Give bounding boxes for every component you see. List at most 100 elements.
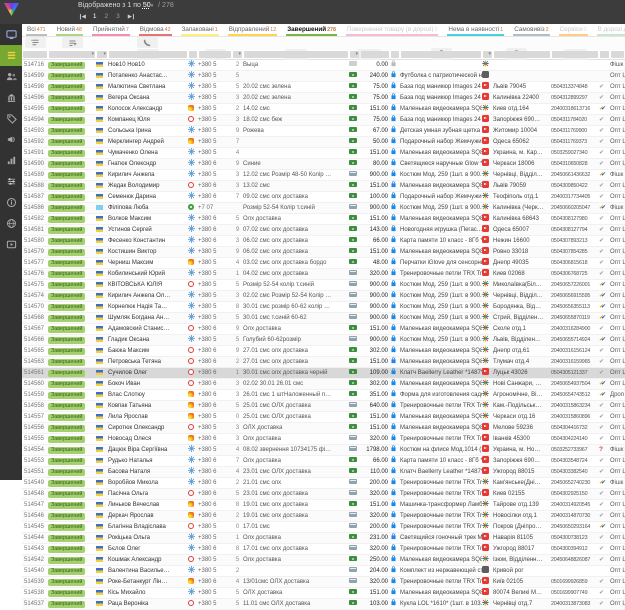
- column-filter-input[interactable]: [494, 51, 550, 58]
- table-row[interactable]: 514554ЗавершенийДацюк Віра Сергіївна+380…: [22, 445, 625, 456]
- tab-8[interactable]: Нема в наявності1: [447, 25, 504, 36]
- table-row[interactable]: 514579ЗавершенийКостишин Виктор+380 5906…: [22, 247, 625, 258]
- client-name[interactable]: Волков Максим: [108, 215, 188, 223]
- tab-2[interactable]: Прийнятий7: [92, 25, 130, 36]
- column-filter-input[interactable]: [552, 51, 598, 58]
- page-button-2[interactable]: 2: [104, 13, 108, 20]
- client-name[interactable]: Кошмак Александр: [108, 556, 188, 564]
- column-filter-input[interactable]: ▾: [49, 51, 95, 58]
- table-row[interactable]: 514595ЗавершенийКолосок Александр+380 52…: [22, 104, 625, 115]
- client-name[interactable]: Дацюк Віра Сергіївна: [108, 446, 188, 454]
- client-name[interactable]: Роке-Бетанкурт Лін…: [108, 578, 188, 586]
- table-row[interactable]: 514580ЗавершенийФесенко Константин+380 6…: [22, 236, 625, 247]
- client-name[interactable]: Кобилинський Юрий: [108, 270, 188, 278]
- table-row[interactable]: 514570ЗавершенийКорнелюк Надія Та…+380 5…: [22, 302, 625, 313]
- tab-6[interactable]: Завершений278: [286, 25, 337, 36]
- client-name[interactable]: Рокіцька Ольга: [108, 534, 188, 542]
- table-row[interactable]: 514543ЗавершенийБєлов Олег+380 6817.01 с…: [22, 544, 625, 555]
- client-name[interactable]: Шумляк Богдана Ан…: [108, 314, 188, 322]
- column-filter-input[interactable]: ▾: [483, 51, 492, 58]
- sidebar-item-tutorials[interactable]: [0, 234, 22, 255]
- client-name[interactable]: Бєлов Олег: [108, 545, 188, 553]
- client-name[interactable]: Петровська Тетяна: [108, 358, 188, 366]
- client-name[interactable]: Деркач Ярослав: [108, 512, 188, 520]
- page-size-dropdown[interactable]: 50: [143, 2, 151, 9]
- client-name[interactable]: КВІТОВСЬКА ЮЛІЯ: [108, 281, 188, 289]
- table-row[interactable]: 514590ЗавершенийГнатюк Олексндр+380 69Си…: [22, 159, 625, 170]
- sidebar-item-statistics[interactable]: [0, 150, 22, 171]
- client-name[interactable]: Жедак Володимир: [108, 182, 188, 190]
- column-filter-input[interactable]: [401, 51, 481, 58]
- table-row[interactable]: 514589ЗавершенийКирилич Анжела+380 5312.…: [22, 170, 625, 181]
- sidebar-item-orders[interactable]: [0, 45, 22, 66]
- client-name[interactable]: Ковпак Татьяна: [108, 402, 188, 410]
- column-filter-input[interactable]: ▾: [233, 51, 242, 58]
- page-button-3[interactable]: 3: [116, 13, 120, 20]
- client-name[interactable]: Новосад Олеся: [108, 435, 188, 443]
- client-name[interactable]: Басова Наталя: [108, 468, 188, 476]
- column-filter-input[interactable]: [611, 51, 624, 58]
- column-filter-input[interactable]: [189, 51, 197, 58]
- client-name[interactable]: Пасічна Ольга: [108, 490, 188, 498]
- client-name[interactable]: Адамовский Станис…: [108, 325, 188, 333]
- table-row[interactable]: 514574ЗавершенийКирилич Анжела Ол…+380 5…: [22, 291, 625, 302]
- client-name[interactable]: Воробйов Микола: [108, 479, 188, 487]
- client-name[interactable]: Бокоч Иван: [108, 380, 188, 388]
- client-name[interactable]: Вегера Оксана: [108, 94, 188, 102]
- column-filter-input[interactable]: ▾: [97, 51, 107, 58]
- tab-9[interactable]: Самовивіз2: [513, 25, 549, 36]
- tab-3[interactable]: Відмова42: [139, 25, 172, 36]
- table-row[interactable]: 514556ЗавершенийСиротюк Олександр+380 53…: [22, 423, 625, 434]
- column-header-status-edit[interactable]: [48, 37, 96, 48]
- sidebar-item-info[interactable]: [0, 192, 22, 213]
- client-name[interactable]: Потапенко Анастас…: [108, 72, 188, 80]
- tab-1[interactable]: Новий48: [56, 25, 83, 36]
- table-row[interactable]: 514538ЗавершенийКісь Михайло+380 55ОЛХ д…: [22, 588, 625, 599]
- table-row[interactable]: 514594ЗавершенийКомпанец Юля+380 5318.02…: [22, 115, 625, 126]
- table-row[interactable]: 514537ЗавершенийРаца Вероніка+380 5511.0…: [22, 599, 625, 610]
- client-name[interactable]: Линьков Вячеслав: [108, 501, 188, 509]
- table-row[interactable]: 514545ЗавершенийБлагінна Владіслава+380 …: [22, 522, 625, 533]
- table-row[interactable]: 514566ЗавершенийГладик Оксана+380 55Голу…: [22, 335, 625, 346]
- sidebar-item-pricing[interactable]: [0, 108, 22, 129]
- table-row[interactable]: 514716ЗавершенийНов10 Нов10+380 52Выца0.…: [22, 60, 625, 71]
- column-filter-input[interactable]: [600, 51, 609, 58]
- table-row[interactable]: 514546ЗавершенийДеркач Ярослав+380 6219.…: [22, 511, 625, 522]
- tab-10[interactable]: Сервіси0: [559, 25, 588, 36]
- table-row[interactable]: 514539ЗавершенийРоке-Бетанкурт Лін…+380 …: [22, 577, 625, 588]
- table-row[interactable]: 514587ЗавершенийСеменюк Дарина+380 6709.…: [22, 192, 625, 203]
- column-filter-input[interactable]: [199, 51, 231, 58]
- client-name[interactable]: Рудько Наталья: [108, 457, 188, 465]
- client-name[interactable]: Нов10 Нов10: [108, 61, 188, 69]
- client-name[interactable]: Влас Слотюу: [108, 391, 188, 399]
- table-row[interactable]: 514599ЗавершенийПотапенко Анастас…+380 5…: [22, 71, 625, 82]
- sidebar-item-marketing[interactable]: [0, 129, 22, 150]
- table-row[interactable]: 514548ЗавершенийПасічна Ольга+380 6523.0…: [22, 489, 625, 500]
- table-row[interactable]: 514561ЗавершенийСучилов Олег+380 6130.01…: [22, 368, 625, 379]
- page-button-1[interactable]: 1: [93, 13, 97, 20]
- client-name[interactable]: Філіпова Люба: [108, 204, 188, 212]
- client-name[interactable]: Компанец Юля: [108, 116, 188, 124]
- table-row[interactable]: 514596ЗавершенийВегера Оксана+380 5320.0…: [22, 93, 625, 104]
- table-row[interactable]: 514559ЗавершенийВлас Слотюу+380 6326.01 …: [22, 390, 625, 401]
- table-row[interactable]: 514575ЗавершенийКВІТОВСЬКА ЮЛІЯ+380 55Ро…: [22, 280, 625, 291]
- table-row[interactable]: 514557ЗавершенийЛила Ярослав+380 5025.01…: [22, 412, 625, 423]
- client-name[interactable]: Раца Вероніка: [108, 600, 188, 608]
- column-header-call-source[interactable]: [96, 37, 198, 48]
- table-row[interactable]: 514593ЗавершенийСольська Ірина+380 59Рож…: [22, 126, 625, 137]
- tab-0[interactable]: Всі471: [26, 25, 47, 36]
- tab-5[interactable]: Відправлений12: [228, 25, 277, 36]
- table-row[interactable]: 514555ЗавершенийНовосад Олеся+380 63Олх …: [22, 434, 625, 445]
- table-row[interactable]: 514576ЗавершенийКобилинський Юрий+380 51…: [22, 269, 625, 280]
- table-row[interactable]: 514551ЗавершенийБасова Наталя+380 6423.0…: [22, 467, 625, 478]
- client-name[interactable]: Фесенко Константин: [108, 237, 188, 245]
- table-row[interactable]: 514547ЗавершенийЛиньков Вячеслав+380 681…: [22, 500, 625, 511]
- tab-7[interactable]: Повернення товару (в дорозі)0: [346, 25, 438, 36]
- client-name[interactable]: Костишин Виктор: [108, 248, 188, 256]
- client-name[interactable]: Черниш Максим: [108, 259, 188, 267]
- client-name[interactable]: Мерклингер Андрей: [108, 138, 188, 146]
- client-name[interactable]: Сольська Ірина: [108, 127, 188, 135]
- client-name[interactable]: Малютина Светлана: [108, 83, 188, 91]
- tab-4[interactable]: Запаковані1: [181, 25, 219, 36]
- table-row[interactable]: 514565ЗавершенийБаюка Максим+380 6927.01…: [22, 346, 625, 357]
